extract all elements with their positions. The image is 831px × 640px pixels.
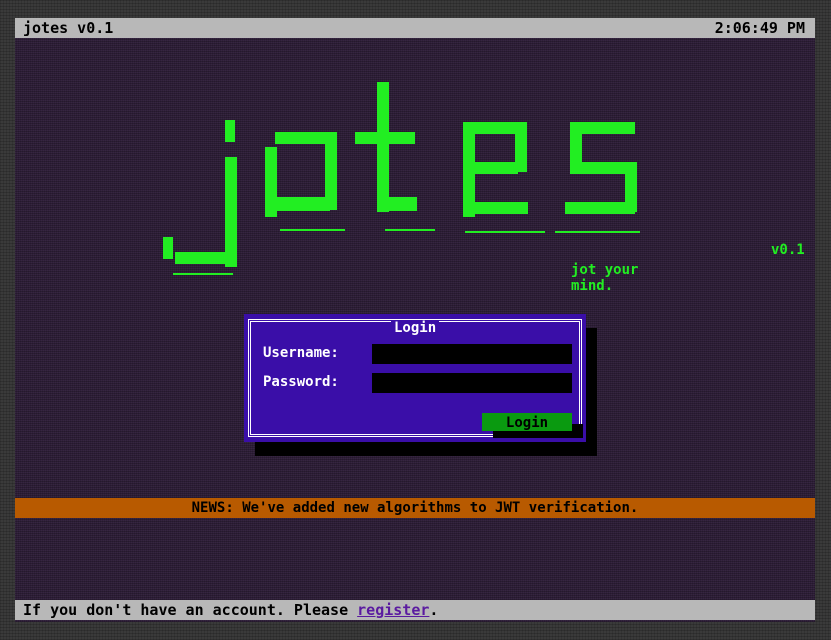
app-title: jotes v0.1 (23, 19, 114, 37)
jotes-logo: v0.1 jot your mind. (145, 62, 805, 294)
password-label: Password: (263, 374, 339, 390)
password-input[interactable] (372, 373, 572, 393)
clock: 2:06:49 PM (714, 19, 805, 37)
news-banner: NEWS: We've added new algorithms to JWT … (15, 498, 815, 518)
register-prompt-suffix: . (429, 601, 439, 619)
dialog-frame: Login Username: Password: Login (248, 319, 583, 438)
bottom-status-bar: If you don't have an account. Please reg… (15, 600, 815, 620)
username-input[interactable] (372, 344, 572, 364)
login-button[interactable]: Login (482, 413, 572, 431)
top-status-bar: jotes v0.1 2:06:49 PM (15, 18, 815, 38)
login-dialog: Login Username: Password: Login (244, 314, 586, 442)
logo-version: v0.1 (771, 242, 805, 258)
dialog-title: Login (391, 320, 440, 336)
logo-tagline: jot your mind. (571, 262, 639, 294)
logo-wordmark (163, 82, 640, 275)
app-screen: jotes v0.1 2:06:49 PM v0.1 jot your mind… (15, 18, 815, 622)
register-prompt: If you don't have an account. Please reg… (23, 600, 438, 620)
username-label: Username: (263, 345, 339, 361)
register-link[interactable]: register (357, 601, 429, 619)
register-prompt-text: If you don't have an account. Please (23, 601, 358, 619)
